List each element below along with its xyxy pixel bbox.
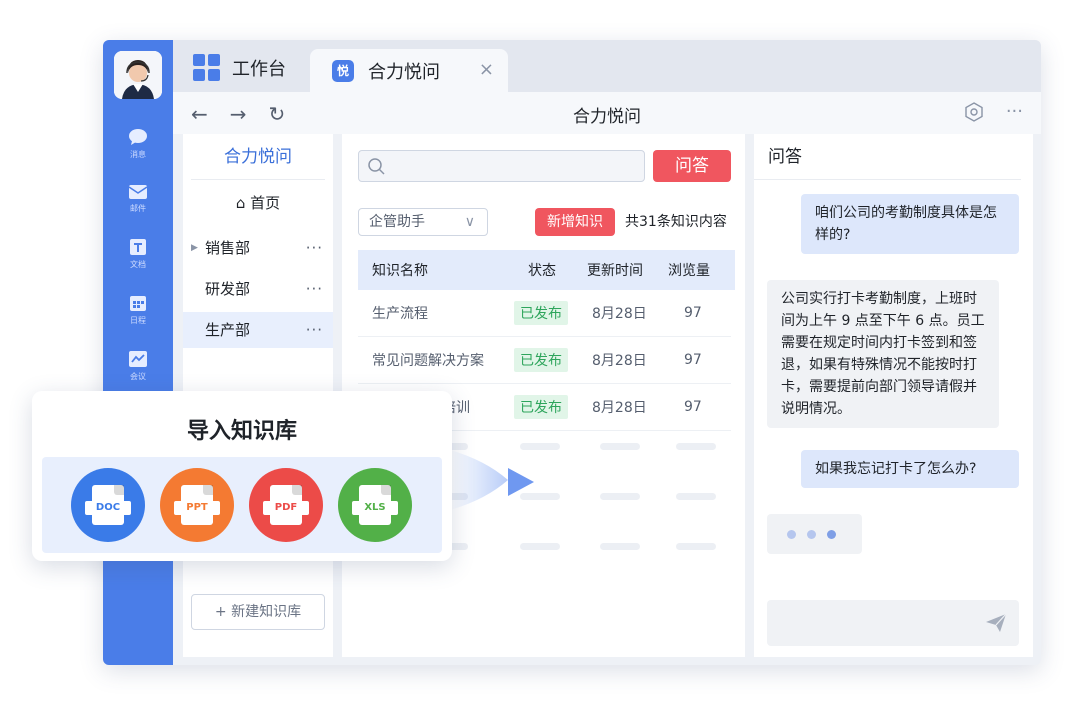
skeleton-line: [676, 543, 716, 550]
more-icon[interactable]: ···: [306, 271, 323, 307]
chevron-down-icon: ∨: [464, 214, 475, 230]
row-name: 生产流程: [372, 306, 428, 322]
more-icon[interactable]: ···: [306, 312, 323, 348]
sidebar-item-sales[interactable]: ▶ 销售部 ···: [183, 230, 333, 266]
meeting-icon: [129, 351, 147, 367]
skeleton-line: [600, 543, 640, 550]
tab-workbench[interactable]: 工作台: [193, 54, 286, 81]
app-window: 消息 邮件 文档 日程 会议 工作台 悦 合力悦问 × ← → ↻ 合力悦问 ·…: [103, 40, 1041, 665]
rail-label: 文档: [130, 260, 146, 269]
left-rail: 消息 邮件 文档 日程 会议: [103, 40, 173, 665]
chat-input[interactable]: [767, 600, 1019, 646]
arrow-icon: [450, 450, 534, 510]
column-header: 知识名称: [372, 263, 428, 279]
assistant-select[interactable]: 企管助手 ∨: [358, 208, 488, 236]
search-input[interactable]: [358, 150, 645, 182]
import-knowledge-card: 导入知识库 DOC PPT PDF XLS: [32, 391, 452, 561]
knowledge-count: 共31条知识内容: [625, 214, 727, 230]
rail-label: 会议: [130, 372, 146, 381]
row-views: 97: [684, 305, 702, 321]
file-type-row: DOC PPT PDF XLS: [42, 457, 442, 553]
chat-icon: [129, 129, 147, 145]
typing-indicator: [767, 514, 862, 554]
send-icon[interactable]: [985, 613, 1007, 633]
sidebar-item-label: 销售部: [205, 239, 251, 257]
status-badge: 已发布: [514, 395, 568, 419]
column-header: 更新时间: [587, 263, 643, 279]
rail-item-meeting[interactable]: 会议: [103, 350, 173, 382]
row-name: 常见问题解决方案: [372, 353, 484, 369]
rail-label: 邮件: [130, 204, 146, 213]
sidebar-item-label: 研发部: [205, 280, 251, 298]
settings-icon[interactable]: [964, 101, 984, 122]
new-knowledge-base-button[interactable]: + 新建知识库: [191, 594, 325, 630]
rail-label: 日程: [130, 316, 146, 325]
sidebar-title: 合力悦问: [191, 134, 325, 180]
skeleton-line: [520, 543, 560, 550]
import-title: 导入知识库: [186, 419, 297, 444]
more-icon[interactable]: ···: [306, 230, 323, 266]
row-views: 97: [684, 399, 702, 415]
chat-title: 问答: [754, 134, 1021, 180]
doc-file-icon[interactable]: DOC: [71, 468, 145, 542]
mail-icon: [128, 185, 148, 199]
app-logo-icon: 悦: [332, 59, 354, 82]
avatar[interactable]: [114, 51, 162, 99]
skeleton-line: [600, 443, 640, 450]
tab-label: 合力悦问: [368, 61, 440, 83]
sidebar-item-rnd[interactable]: 研发部 ···: [183, 271, 333, 307]
rail-item-messages[interactable]: 消息: [103, 128, 173, 160]
table-row[interactable]: 生产流程 已发布 8月28日 97: [358, 290, 731, 337]
rail-label: 消息: [130, 150, 146, 159]
qa-chat-panel: 问答 咱们公司的考勤制度具体是怎样的? 公司实行打卡考勤制度，上班时间为上午 9…: [754, 134, 1033, 657]
pdf-file-icon[interactable]: PDF: [249, 468, 323, 542]
rail-item-mail[interactable]: 邮件: [103, 184, 173, 214]
qa-button[interactable]: 问答: [653, 150, 731, 182]
table-header: 知识名称 状态 更新时间 浏览量: [358, 250, 735, 290]
user-message: 咱们公司的考勤制度具体是怎样的?: [801, 194, 1019, 254]
skeleton-line: [676, 493, 716, 500]
column-header: 状态: [528, 263, 556, 279]
bot-message: 公司实行打卡考勤制度，上班时间为上午 9 点至下午 6 点。员工需要在规定时间内…: [767, 280, 999, 428]
user-message: 如果我忘记打卡了怎么办?: [801, 450, 1019, 488]
table-row[interactable]: 常见问题解决方案 已发布 8月28日 97: [358, 337, 731, 384]
ppt-file-icon[interactable]: PPT: [160, 468, 234, 542]
xls-file-icon[interactable]: XLS: [338, 468, 412, 542]
status-badge: 已发布: [514, 301, 568, 325]
sidebar-item-label: 生产部: [205, 321, 251, 339]
column-header: 浏览量: [668, 263, 710, 279]
row-date: 8月28日: [592, 400, 647, 416]
row-date: 8月28日: [592, 306, 647, 322]
sidebar-item-production[interactable]: 生产部 ···: [183, 312, 333, 348]
calendar-icon: [130, 296, 146, 311]
grid-icon: [193, 54, 220, 81]
tab-app[interactable]: 悦 合力悦问 ×: [310, 49, 508, 92]
page-title: 合力悦问: [573, 107, 641, 127]
tab-bar: 工作台 悦 合力悦问 ×: [173, 40, 1041, 92]
row-date: 8月28日: [592, 353, 647, 369]
skeleton-line: [676, 443, 716, 450]
rail-item-docs[interactable]: 文档: [103, 238, 173, 270]
doc-icon: [130, 239, 146, 255]
add-knowledge-button[interactable]: 新增知识: [535, 208, 615, 236]
skeleton-line: [600, 493, 640, 500]
rail-item-calendar[interactable]: 日程: [103, 294, 173, 326]
close-icon[interactable]: ×: [479, 59, 494, 80]
status-badge: 已发布: [514, 348, 568, 372]
sidebar-item-home[interactable]: ⌂ 首页: [183, 192, 333, 213]
row-views: 97: [684, 352, 702, 368]
search-icon: [368, 158, 385, 175]
select-value: 企管助手: [369, 214, 425, 230]
tab-label: 工作台: [232, 58, 286, 80]
nav-bar: ← → ↻ 合力悦问 ···: [173, 92, 1041, 134]
expand-icon[interactable]: ▶: [191, 230, 198, 266]
more-icon[interactable]: ···: [1006, 101, 1023, 122]
